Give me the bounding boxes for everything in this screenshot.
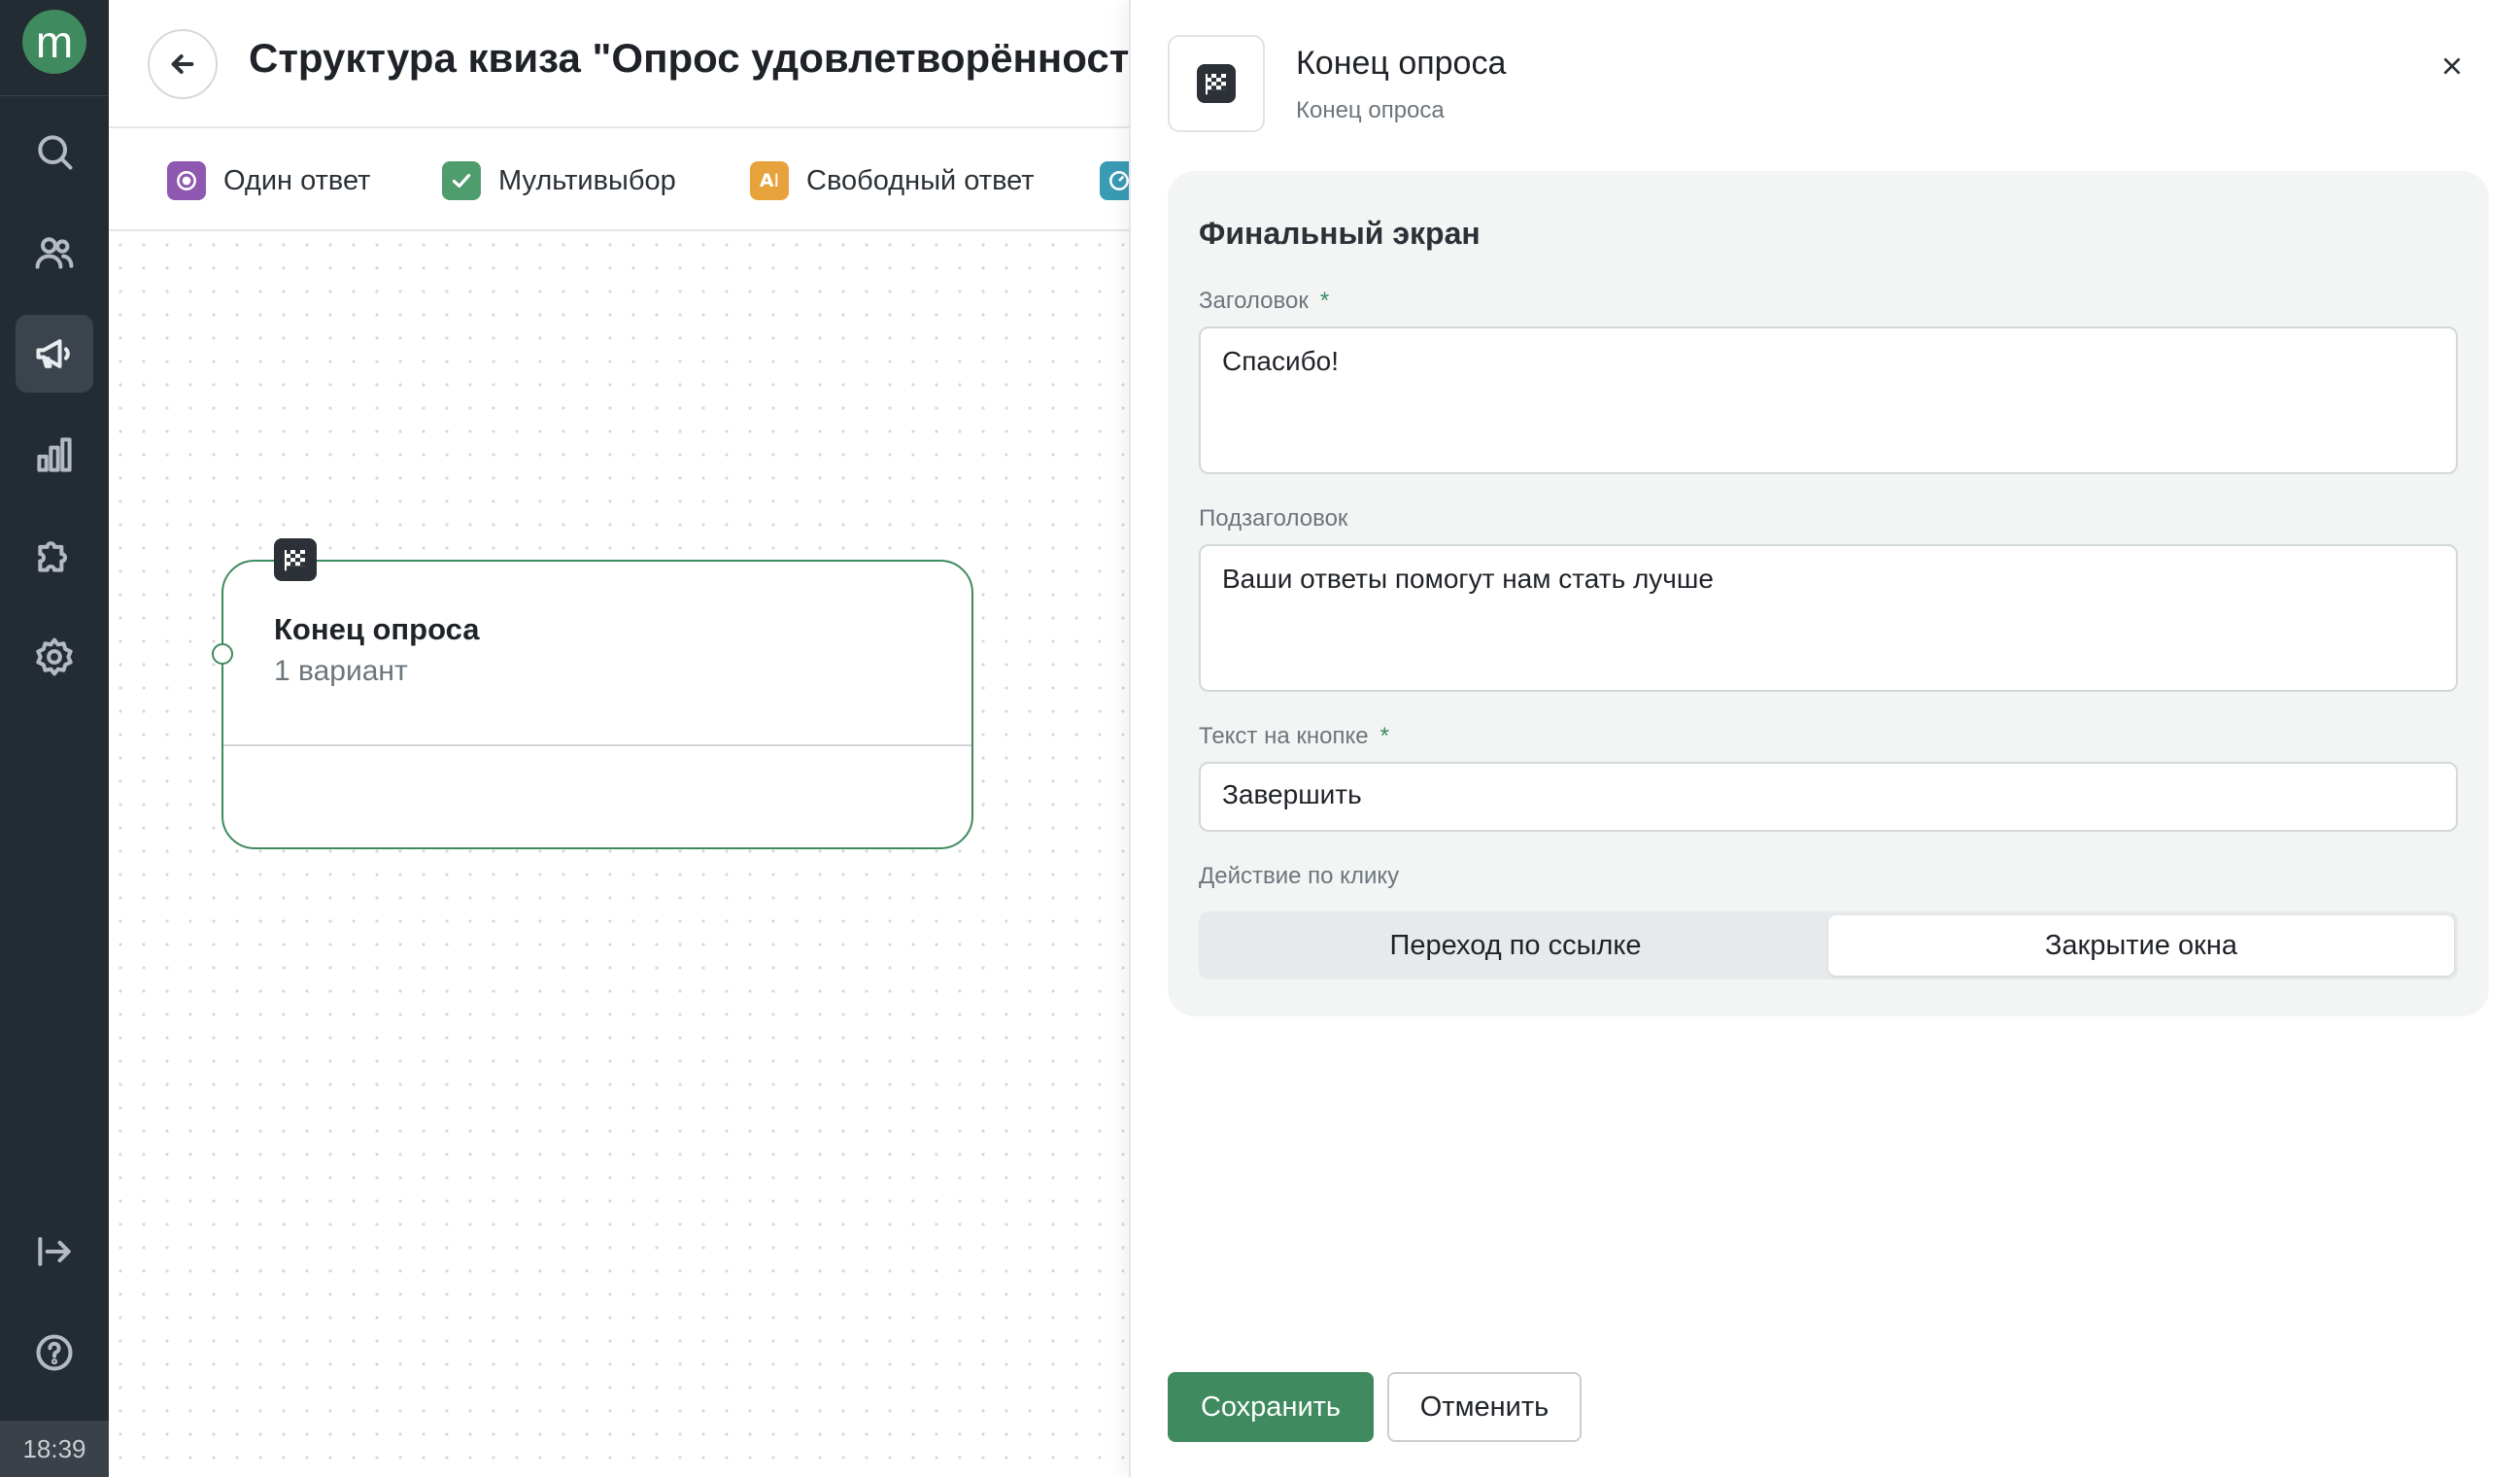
node-divider	[223, 744, 971, 746]
button-text-label: Текст на кнопке *	[1199, 723, 1389, 750]
node-title: Конец опроса	[274, 612, 480, 646]
subheading-value: Ваши ответы помогут нам стать лучше	[1222, 564, 1714, 594]
node-subtitle: 1 вариант	[274, 655, 408, 687]
button-text-label-text: Текст на кнопке	[1199, 723, 1369, 749]
cancel-button[interactable]: Отменить	[1387, 1372, 1582, 1442]
tool-label: Мультивыбор	[498, 164, 676, 196]
drawer-subtitle: Конец опроса	[1296, 97, 1445, 123]
logout-icon	[38, 1237, 71, 1266]
sidebar-item-settings[interactable]	[16, 618, 93, 696]
rating-icon	[1100, 161, 1129, 200]
radio-icon	[167, 161, 206, 200]
flow-canvas[interactable]: Конец опроса 1 вариант	[109, 233, 1129, 1477]
click-action-option-close[interactable]: Закрытие окна	[1828, 915, 2454, 976]
puzzle-icon	[38, 541, 67, 572]
checkered-flag-icon	[274, 538, 317, 581]
subheading-field[interactable]: Ваши ответы помогут нам стать лучше	[1199, 544, 2458, 692]
drawer-node-icon	[1168, 35, 1265, 132]
back-button[interactable]	[148, 29, 218, 99]
megaphone-icon	[36, 339, 70, 368]
tool-label: Один ответ	[223, 164, 371, 196]
sidebar-item-help[interactable]	[16, 1314, 93, 1391]
click-action-label: Действие по клику	[1199, 863, 1400, 889]
checkered-flag-icon	[1197, 64, 1236, 103]
gear-icon	[36, 637, 73, 676]
sidebar-item-campaigns[interactable]	[16, 315, 93, 393]
question-type-toolbar: Один ответ Мультивыбор AI Свободный отве…	[109, 130, 1129, 231]
ai-icon: AI	[750, 161, 789, 200]
clock: 18:39	[0, 1421, 109, 1477]
button-text-value: Завершить	[1222, 779, 1362, 809]
required-mark: *	[1319, 288, 1330, 314]
search-icon	[38, 135, 73, 170]
required-mark: *	[1379, 723, 1389, 749]
close-icon	[2443, 57, 2461, 75]
final-screen-card: Финальный экран Заголовок * Спасибо! Подз…	[1168, 171, 2489, 1016]
click-action-option-link[interactable]: Переход по ссылке	[1203, 915, 1828, 976]
users-icon	[35, 237, 74, 269]
page-title: Структура квиза "Опрос удовлетворённости	[249, 35, 1155, 81]
heading-label: Заголовок *	[1199, 288, 1329, 315]
sidebar-item-users[interactable]	[16, 214, 93, 292]
click-action-segmented-control: Переход по ссылке Закрытие окна	[1199, 911, 2458, 979]
sidebar-item-integrations[interactable]	[16, 517, 93, 595]
heading-label-text: Заголовок	[1199, 288, 1309, 314]
tool-multiple-choice[interactable]: Мультивыбор	[442, 159, 676, 202]
tool-single-answer[interactable]: Один ответ	[167, 159, 370, 202]
tool-rating[interactable]	[1100, 159, 1129, 202]
section-title: Финальный экран	[1199, 216, 1481, 251]
app-logo[interactable]: m	[22, 10, 86, 74]
header: Структура квиза "Опрос удовлетворённости	[109, 0, 1154, 128]
tool-label: Свободный ответ	[806, 164, 1035, 196]
sidebar-item-logout[interactable]	[16, 1213, 93, 1290]
checkbox-icon	[442, 161, 481, 200]
sidebar-item-search[interactable]	[16, 113, 93, 190]
arrow-left-icon	[171, 54, 194, 74]
save-button[interactable]: Сохранить	[1168, 1372, 1374, 1442]
node-input-port[interactable]	[212, 643, 233, 665]
heading-field[interactable]: Спасибо!	[1199, 326, 2458, 474]
subheading-label: Подзаголовок	[1199, 505, 1348, 532]
sidebar-item-analytics[interactable]	[16, 416, 93, 494]
button-text-field[interactable]: Завершить	[1199, 762, 2458, 832]
sidebar: m 18:39	[0, 0, 109, 1477]
main-area: Структура квиза "Опрос удовлетворённости…	[109, 0, 1154, 1477]
sidebar-divider	[0, 95, 109, 96]
flow-node-end-survey[interactable]: Конец опроса 1 вариант	[212, 538, 973, 849]
help-icon	[36, 1334, 73, 1371]
app-logo-letter: m	[35, 17, 74, 67]
drawer-title: Конец опроса	[1296, 45, 1507, 82]
close-button[interactable]	[2435, 49, 2469, 84]
tool-free-answer[interactable]: AI Свободный ответ	[750, 159, 1035, 202]
bar-chart-icon	[37, 437, 72, 472]
node-settings-drawer: Конец опроса Конец опроса Финальный экра…	[1129, 0, 2520, 1477]
heading-value: Спасибо!	[1222, 346, 1339, 376]
